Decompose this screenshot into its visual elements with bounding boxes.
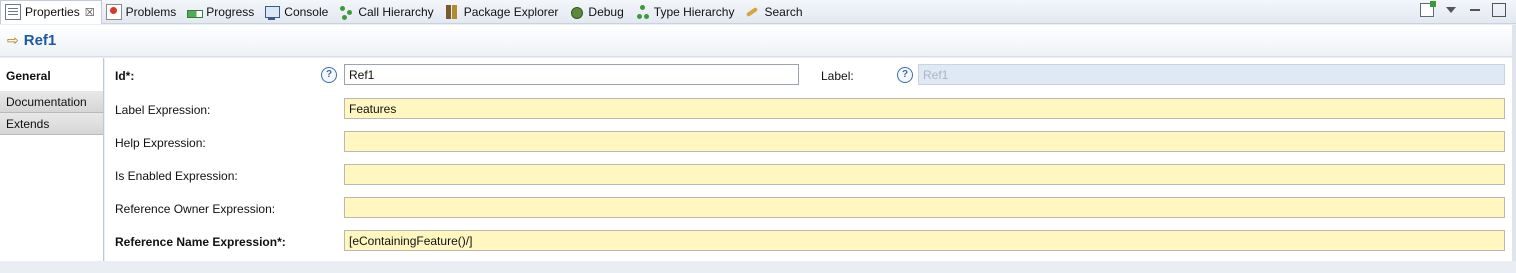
- problems-icon: [105, 3, 122, 20]
- tab-label: Type Hierarchy: [653, 4, 735, 19]
- reference-owner-expression-row: Reference Owner Expression:: [105, 197, 1512, 221]
- new-view-icon[interactable]: [1420, 1, 1436, 17]
- tab-label: Console: [284, 4, 329, 19]
- reference-name-expression-row: Reference Name Expression*: [eContaining…: [105, 230, 1512, 254]
- tab-search[interactable]: Search: [740, 0, 808, 24]
- section-tab-extends[interactable]: Extends: [0, 113, 103, 135]
- view-controls: [1420, 1, 1506, 17]
- tab-call-hierarchy[interactable]: Call Hierarchy: [334, 0, 439, 24]
- search-icon: [744, 4, 760, 20]
- id-label: Id*:: [115, 69, 135, 83]
- label-label: Label:: [821, 69, 854, 83]
- label-expression-field[interactable]: Features: [344, 98, 1505, 119]
- is-enabled-expression-row: Is Enabled Expression:: [105, 164, 1512, 188]
- tab-type-hierarchy[interactable]: Type Hierarchy: [630, 0, 741, 24]
- minimize-icon[interactable]: [1468, 3, 1482, 17]
- tab-label: Problems: [125, 4, 177, 19]
- general-properties-form: Id*: ? Ref1 Label: ? Ref1 Label Expressi…: [105, 58, 1512, 261]
- help-expression-field[interactable]: [344, 131, 1505, 152]
- reference-name-expression-label: Reference Name Expression*:: [115, 235, 286, 249]
- status-strip: [0, 261, 1516, 273]
- maximize-icon[interactable]: [1492, 3, 1506, 17]
- tab-label: Properties: [25, 5, 80, 19]
- view-tab-bar: Properties ☒ Problems Progress Console C…: [0, 0, 1516, 24]
- console-icon: [264, 4, 281, 20]
- help-expression-row: Help Expression:: [105, 131, 1512, 155]
- tab-console[interactable]: Console: [260, 0, 334, 24]
- tab-debug[interactable]: Debug: [564, 0, 629, 24]
- label-expression-label: Label Expression:: [115, 103, 211, 117]
- tab-label: Search: [764, 4, 803, 19]
- reference-owner-expression-field[interactable]: [344, 197, 1505, 218]
- help-expression-label: Help Expression:: [115, 136, 206, 150]
- reference-arrow-icon: ⇨: [7, 32, 19, 48]
- tab-properties[interactable]: Properties ☒: [0, 0, 102, 24]
- properties-header: ⇨ Ref1: [0, 25, 1512, 57]
- page-title: Ref1: [23, 32, 57, 49]
- tab-label: Debug: [588, 4, 624, 19]
- help-icon[interactable]: ?: [897, 67, 913, 83]
- label-field: Ref1: [918, 64, 1505, 85]
- label-expression-row: Label Expression: Features: [105, 98, 1512, 122]
- tab-label: Package Explorer: [463, 4, 559, 19]
- tab-problems[interactable]: Problems: [102, 0, 183, 24]
- tab-package-explorer[interactable]: Package Explorer: [440, 0, 565, 24]
- reference-name-expression-field[interactable]: [eContainingFeature()/]: [344, 230, 1505, 251]
- tab-label: Progress: [206, 4, 255, 19]
- help-icon[interactable]: ?: [321, 67, 337, 83]
- package-explorer-icon: [444, 4, 460, 20]
- properties-icon: [5, 4, 21, 20]
- progress-icon: [186, 4, 204, 20]
- tab-progress[interactable]: Progress: [182, 0, 260, 24]
- view-border: [1512, 25, 1516, 261]
- section-tab-documentation[interactable]: Documentation: [0, 91, 103, 113]
- close-icon[interactable]: ☒: [85, 6, 95, 19]
- id-field[interactable]: Ref1: [344, 64, 799, 85]
- type-hierarchy-icon: [634, 4, 650, 20]
- reference-owner-expression-label: Reference Owner Expression:: [115, 202, 276, 216]
- view-menu-icon[interactable]: [1444, 3, 1458, 17]
- is-enabled-expression-label: Is Enabled Expression:: [115, 169, 238, 183]
- id-row: Id*: ? Ref1 Label: ? Ref1: [105, 64, 1512, 88]
- property-section-tabs: General Documentation Extends: [0, 58, 104, 261]
- section-tab-general[interactable]: General: [0, 58, 103, 91]
- call-hierarchy-icon: [338, 4, 354, 20]
- is-enabled-expression-field[interactable]: [344, 164, 1505, 185]
- tab-label: Call Hierarchy: [358, 4, 434, 19]
- debug-icon: [568, 4, 584, 20]
